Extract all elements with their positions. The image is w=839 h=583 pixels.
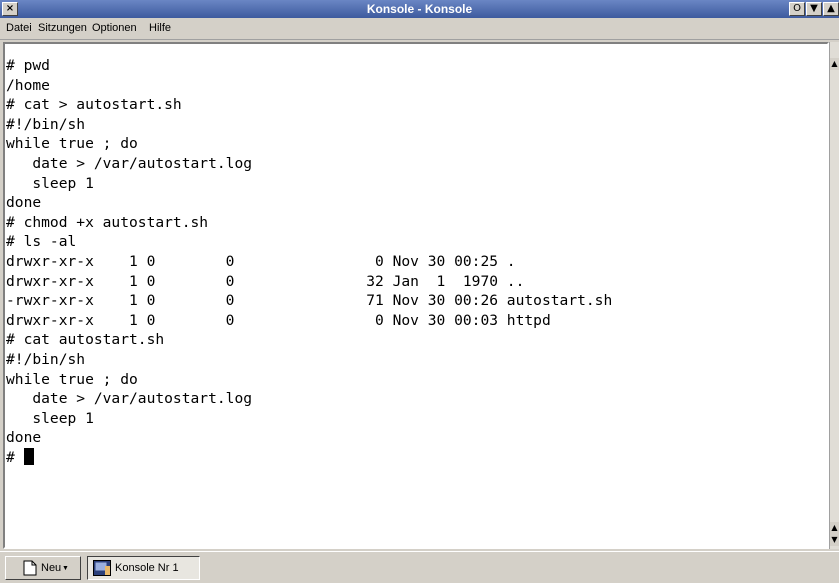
new-session-button[interactable]: Neu ▼ — [5, 556, 81, 580]
dropdown-arrow-icon: ▼ — [62, 565, 69, 572]
scroll-down-arrow-icon[interactable]: ▼ — [830, 534, 839, 546]
terminal-line: # chmod +x autostart.sh — [6, 213, 209, 231]
vertical-scrollbar[interactable]: ▲ ▲ ▼ — [829, 42, 839, 549]
terminal-line: while true ; do — [6, 370, 138, 388]
terminal-line: date > /var/autostart.log — [6, 154, 253, 172]
window-title: Konsole - Konsole — [366, 2, 473, 16]
menu-optionen[interactable]: Optionen — [92, 18, 137, 39]
konsole-window: × Konsole - Konsole O ▼ ▲ Datei Sitzunge… — [0, 0, 839, 583]
terminal-line: /home — [6, 76, 50, 94]
terminal-line: # cat > autostart.sh — [6, 96, 182, 114]
restore-button[interactable]: O — [789, 2, 805, 16]
terminal-line: done — [6, 194, 42, 212]
title-bar[interactable]: × Konsole - Konsole O ▼ ▲ — [0, 0, 839, 18]
session-tabbar: Neu ▼ Konsole Nr 1 — [0, 551, 839, 583]
konsole-icon — [93, 560, 111, 576]
menu-bar: Datei Sitzungen Optionen Hilfe — [0, 18, 839, 40]
session-tab-konsole-nr-1[interactable]: Konsole Nr 1 — [87, 556, 200, 580]
terminal-line: # ls -al — [6, 233, 77, 251]
terminal-line: #!/bin/sh — [6, 115, 86, 133]
terminal-line: drwxr-xr-x 1 0 0 32 Jan 1 1970 .. — [6, 272, 525, 290]
menu-datei[interactable]: Datei — [6, 18, 32, 39]
terminal-line: -rwxr-xr-x 1 0 0 71 Nov 30 00:26 autosta… — [6, 292, 613, 310]
prompt-line: # — [6, 447, 822, 468]
shade-button[interactable]: ▼ — [806, 2, 822, 16]
terminal-line: drwxr-xr-x 1 0 0 0 Nov 30 00:03 httpd — [6, 311, 551, 329]
scroll-up-top-arrow-icon[interactable]: ▲ — [830, 58, 839, 70]
new-session-label: Neu — [41, 562, 62, 574]
terminal-line: date > /var/autostart.log — [6, 390, 253, 408]
prompt: # — [6, 448, 24, 466]
text-cursor — [23, 447, 34, 465]
terminal-line: drwxr-xr-x 1 0 0 0 Nov 30 00:25 . — [6, 252, 516, 270]
terminal-line: sleep 1 — [6, 174, 94, 192]
terminal-output[interactable]: # pwd /home # cat > autostart.sh #!/bin/… — [6, 56, 822, 546]
terminal-line: #!/bin/sh — [6, 350, 86, 368]
session-tab-label: Konsole Nr 1 — [115, 562, 179, 574]
new-document-icon — [23, 560, 37, 576]
maximize-button[interactable]: ▲ — [823, 2, 839, 16]
menu-sitzungen[interactable]: Sitzungen — [38, 18, 87, 39]
terminal-line: while true ; do — [6, 135, 138, 153]
menu-hilfe[interactable]: Hilfe — [149, 18, 171, 39]
terminal-line: done — [6, 429, 42, 447]
terminal-frame: # pwd /home # cat > autostart.sh #!/bin/… — [3, 42, 829, 549]
terminal-line: # pwd — [6, 57, 50, 74]
scroll-up-arrow-icon[interactable]: ▲ — [830, 522, 839, 534]
terminal-line: # cat autostart.sh — [6, 331, 165, 349]
terminal-line: sleep 1 — [6, 409, 94, 427]
